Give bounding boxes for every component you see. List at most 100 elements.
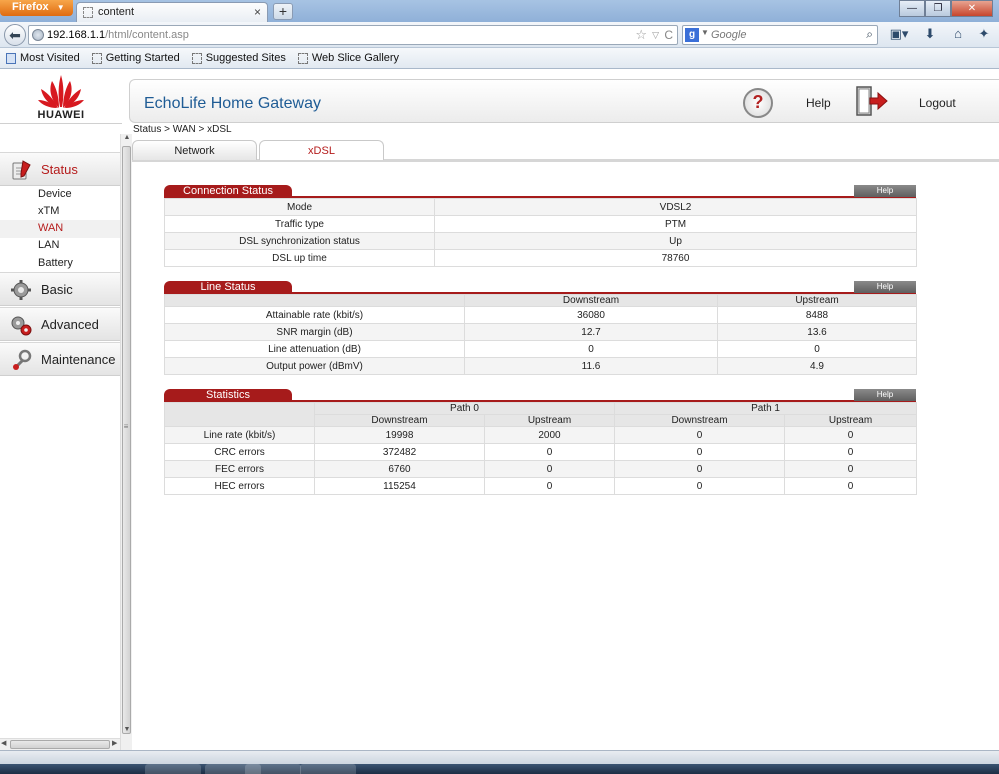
table-row: Traffic type PTM	[164, 215, 917, 233]
google-icon[interactable]: g	[685, 28, 699, 42]
brand-logo: HUAWEI	[0, 70, 122, 124]
upstream-value: 0	[717, 340, 917, 358]
sidebar-horizontal-scrollbar[interactable]: ◀ ▶	[0, 738, 120, 750]
tab-xdsl[interactable]: xDSL	[259, 140, 384, 160]
row-label: Attainable rate (kbit/s)	[164, 306, 465, 324]
logout-icon[interactable]	[856, 86, 888, 116]
scrollbar-thumb[interactable]	[10, 740, 110, 749]
sidebar-item-battery[interactable]: Battery	[38, 257, 73, 269]
wrench-icon	[13, 349, 32, 370]
line-status-panel: Line Status Help Downstream Upstream Att…	[164, 281, 917, 375]
search-bar[interactable]: g ▼ Google ⌕	[682, 25, 878, 45]
screenshot-menu-icon[interactable]: ▣▾	[886, 26, 912, 44]
row-label: Line rate (kbit/s)	[164, 426, 315, 444]
home-icon[interactable]: ⌂	[950, 26, 966, 44]
browser-tab[interactable]: content ×	[76, 2, 268, 22]
sidebar-item-xtm[interactable]: xTM	[38, 205, 59, 217]
row-label: HEC errors	[164, 477, 315, 495]
table-header-cell: Downstream	[464, 294, 718, 307]
sidebar-menu-advanced[interactable]: Advanced	[0, 307, 120, 341]
taskbar-item[interactable]	[300, 764, 356, 774]
scroll-up-icon[interactable]: ▲	[122, 134, 132, 141]
bookmark-label: Suggested Sites	[205, 52, 286, 64]
scroll-grip-icon: ≡	[123, 422, 129, 431]
bookmark-web-slice-gallery[interactable]: Web Slice Gallery	[292, 52, 399, 64]
table-row: DSL synchronization status Up	[164, 232, 917, 250]
sidebar-menu-label: Basic	[41, 282, 73, 297]
back-button[interactable]: ⬅	[4, 24, 26, 46]
sidebar-vertical-scrollbar[interactable]: ▲ ≡ ▼	[120, 134, 132, 750]
firefox-menu-label: Firefox	[12, 1, 49, 13]
bookmark-suggested-sites[interactable]: Suggested Sites	[186, 52, 286, 64]
help-button[interactable]: Help	[854, 185, 916, 197]
addon-icon[interactable]: ✦	[976, 26, 992, 44]
firefox-menu-button[interactable]: Firefox ▼	[0, 0, 73, 16]
path1-downstream-value: 0	[614, 460, 786, 478]
browser-tab-title: content	[98, 6, 135, 18]
help-link[interactable]: Help	[806, 96, 831, 110]
sidebar-menu-status[interactable]: Status	[0, 152, 120, 186]
new-tab-button[interactable]: +	[273, 3, 293, 20]
scroll-left-icon[interactable]: ◀	[1, 739, 6, 747]
tab-network[interactable]: Network	[132, 140, 257, 160]
close-icon[interactable]: ×	[254, 3, 261, 21]
bookmark-most-visited[interactable]: Most Visited	[0, 52, 80, 64]
table-row: Attainable rate (kbit/s) 36080 8488	[164, 306, 917, 324]
breadcrumb: Status > WAN > xDSL	[133, 124, 232, 135]
row-value: 78760	[434, 249, 917, 267]
scroll-right-icon[interactable]: ▶	[112, 739, 117, 747]
address-bar[interactable]: 192.168.1.1/html/content.asp ☆ ▽ C	[28, 25, 678, 45]
panel-title-bar: Connection Status Help	[164, 185, 916, 198]
sidebar-menu-label: Maintenance	[41, 352, 116, 367]
sidebar-item-wan[interactable]: WAN	[38, 222, 63, 234]
sidebar-menu-maintenance[interactable]: Maintenance	[0, 342, 120, 376]
connection-status-panel: Connection Status Help Mode VDSL2 Traffic …	[164, 185, 917, 267]
close-window-button[interactable]: ✕	[951, 0, 993, 17]
panel-title: Statistics	[164, 389, 292, 402]
table-row: DSL up time 78760	[164, 249, 917, 267]
path0-downstream-value: 19998	[314, 426, 485, 444]
huawei-flower-icon	[38, 75, 84, 108]
sidebar-item-device[interactable]: Device	[38, 188, 72, 200]
row-label: Traffic type	[164, 215, 435, 233]
path1-downstream-value: 0	[614, 426, 786, 444]
minimize-button[interactable]: —	[899, 0, 925, 17]
navigation-toolbar: ⬅ 192.168.1.1/html/content.asp ☆ ▽ C g ▼…	[0, 22, 999, 48]
taskbar-item[interactable]	[245, 764, 301, 774]
sidebar-item-lan[interactable]: LAN	[38, 239, 59, 251]
section-tabs: Network xDSL	[132, 140, 999, 162]
table-row: Line rate (kbit/s) 19998 2000 0 0	[164, 426, 918, 444]
browser-tab-strip: Firefox ▼ content × + — ❐ ✕	[0, 0, 999, 22]
table-header-cell	[164, 402, 315, 427]
help-button[interactable]: Help	[854, 281, 916, 293]
path0-upstream-value: 0	[483, 460, 616, 478]
page-icon	[297, 52, 308, 64]
reload-icon[interactable]: C	[664, 26, 673, 44]
table-header-cell: Downstream	[614, 414, 786, 427]
maximize-button[interactable]: ❐	[925, 0, 951, 17]
bookmark-getting-started[interactable]: Getting Started	[86, 52, 180, 64]
logout-link[interactable]: Logout	[919, 96, 956, 110]
help-button[interactable]: Help	[854, 389, 916, 401]
history-dropdown-icon[interactable]: ▽	[652, 26, 659, 44]
search-engine-dropdown-icon[interactable]: ▼	[701, 28, 709, 37]
row-value: Up	[434, 232, 917, 250]
page-title: EchoLife Home Gateway	[144, 95, 321, 112]
path0-upstream-value: 0	[483, 443, 616, 461]
table-header-row: Downstream Upstream	[164, 294, 917, 307]
browser-status-bar	[0, 750, 999, 764]
brand-logo-text: HUAWEI	[37, 109, 85, 121]
bookmark-star-icon[interactable]: ☆	[635, 26, 647, 44]
download-icon[interactable]: ⬇	[922, 26, 938, 44]
upstream-value: 4.9	[717, 357, 917, 375]
taskbar-item[interactable]	[145, 764, 201, 774]
table-row: SNR margin (dB) 12.7 13.6	[164, 323, 917, 341]
scroll-down-icon[interactable]: ▼	[122, 726, 132, 733]
scrollbar-thumb[interactable]	[122, 146, 131, 734]
panel-title: Line Status	[164, 281, 292, 294]
sidebar-menu-basic[interactable]: Basic	[0, 272, 120, 306]
search-icon[interactable]: ⌕	[866, 27, 873, 42]
help-icon[interactable]: ?	[743, 88, 773, 118]
panel-title-bar: Line Status Help	[164, 281, 916, 294]
row-label: Line attenuation (dB)	[164, 340, 465, 358]
